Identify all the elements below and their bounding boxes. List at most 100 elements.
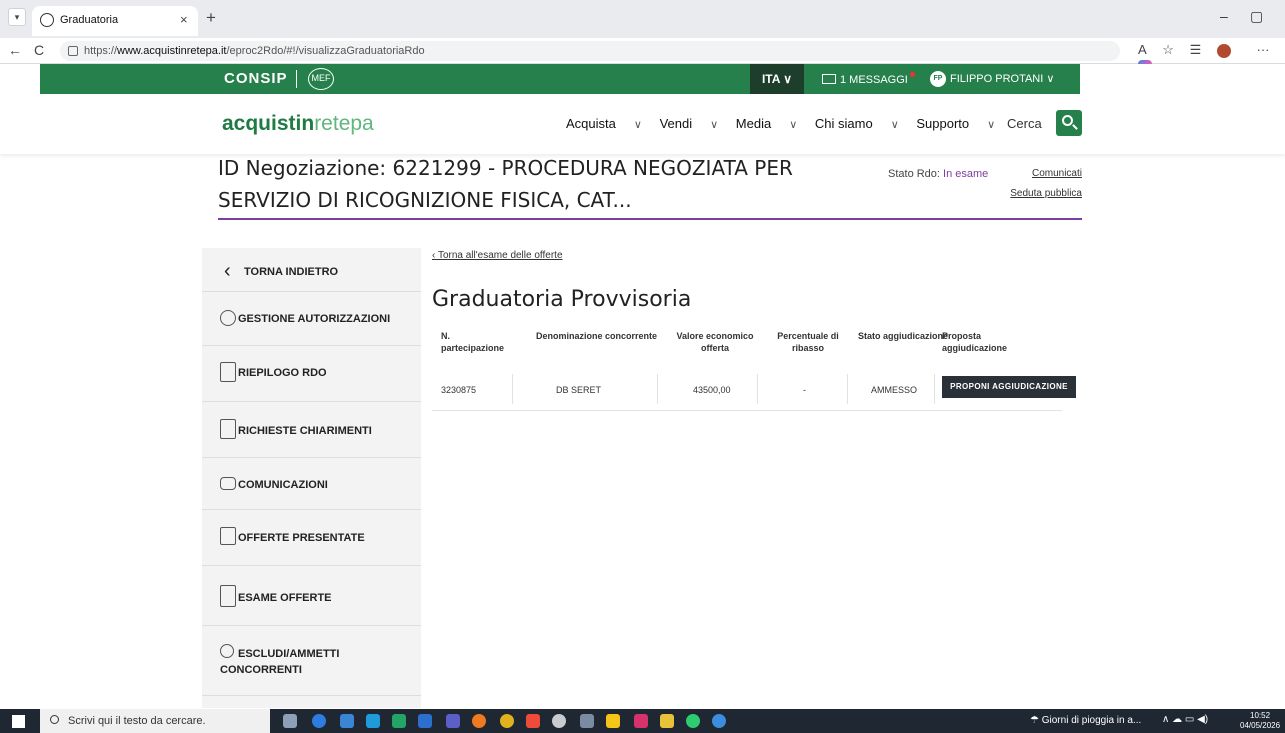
language-selector[interactable]: ITA ∨ — [750, 64, 804, 94]
consip-logo[interactable]: CONSIP — [224, 70, 288, 87]
favorite-star-icon[interactable]: ☆ — [1162, 42, 1174, 57]
col-valore: Valore economico offerta — [676, 331, 754, 353]
site-header: acquistinretepa Acquista ∨ Vendi ∨ Media ∨ … — [0, 94, 1285, 154]
search-button[interactable] — [1056, 110, 1082, 136]
nav-vendi[interactable]: Vendi ∨ — [660, 116, 719, 131]
user-settings-icon — [220, 644, 234, 658]
taskbar-clock[interactable]: 10:52 04/05/2026 — [1240, 711, 1280, 731]
sidebar-back[interactable]: ‹ TORNA INDIETRO — [202, 248, 421, 292]
sidebar-item-esame-offerte[interactable]: ESAME OFFERTE — [202, 566, 421, 626]
chrome-icon[interactable] — [500, 714, 514, 728]
more-menu-icon[interactable]: ··· — [1256, 42, 1269, 57]
settings-gear-icon[interactable] — [552, 714, 566, 728]
calculator-icon[interactable] — [580, 714, 594, 728]
teams-icon[interactable] — [446, 714, 460, 728]
windows-start-icon[interactable] — [12, 715, 25, 728]
section-heading: Graduatoria Provvisoria — [432, 287, 692, 312]
task-view-icon[interactable] — [283, 714, 297, 728]
excel-icon[interactable] — [392, 714, 406, 728]
restore-button[interactable]: ▢ — [1250, 8, 1263, 25]
windows-taskbar: Scrivi qui il testo da cercare. ☂ Giorni… — [0, 709, 1285, 733]
url-field[interactable]: https://www.acquistinretepa.it/eproc2Rdo… — [60, 41, 1120, 61]
browser-tab-bar: ▾ Graduatoria × + – ▢ — [0, 0, 1285, 38]
rdo-status: Stato Rdo: In esame — [888, 168, 989, 180]
clipboard-icon — [220, 362, 236, 382]
col-denominazione: Denominazione concorrente — [536, 331, 658, 341]
sidebar-item-richieste-chiarimenti[interactable]: RICHIESTE CHIARIMENTI — [202, 402, 421, 458]
site-top-bar: CONSIP MEF ITA ∨ 1 MESSAGGI FP FILIPPO PR… — [0, 64, 1285, 94]
cell-n: 3230875 — [441, 385, 477, 395]
browser-tab[interactable]: Graduatoria × — [32, 6, 198, 36]
col-proposta: Proposta aggiudicazione — [942, 331, 1008, 353]
cell-ribasso: - — [803, 385, 806, 395]
close-tab-icon[interactable]: × — [180, 12, 188, 27]
sidebar-item-offerte-presentate[interactable]: OFFERTE PRESENTATE — [202, 510, 421, 566]
proponi-aggiudicazione-button[interactable]: PROPONI AGGIUDICAZIONE — [942, 376, 1076, 398]
minimize-button[interactable]: – — [1220, 8, 1228, 24]
nav-supporto[interactable]: Supporto ∨ — [916, 116, 995, 131]
url-text: https://www.acquistinretepa.it/eproc2Rdo… — [84, 45, 425, 57]
sticky-notes-icon[interactable] — [606, 714, 620, 728]
seduta-pubblica-link[interactable]: Seduta pubblica — [1010, 188, 1082, 199]
nav-chi-siamo[interactable]: Chi siamo ∨ — [815, 116, 899, 131]
document-review-icon — [220, 585, 236, 607]
new-tab-button[interactable]: + — [206, 8, 216, 28]
col-stato: Stato aggiudicazione — [858, 331, 949, 341]
reload-button[interactable]: C — [34, 42, 44, 58]
user-menu[interactable]: FP FILIPPO PROTANI ∨ — [930, 71, 1054, 87]
edge-icon[interactable] — [312, 714, 326, 728]
system-tray[interactable]: ∧ ☁ ▭ ◀) — [1162, 714, 1208, 725]
cell-denominazione: DB SERET — [556, 385, 602, 395]
edge-beta-icon[interactable] — [366, 714, 380, 728]
brave-icon[interactable] — [526, 714, 540, 728]
envelope-icon — [822, 74, 836, 84]
firefox-icon[interactable] — [472, 714, 486, 728]
tab-actions-menu-icon[interactable]: ▾ — [8, 8, 26, 26]
favorites-icon[interactable]: ☰ — [1190, 42, 1202, 57]
nav-acquista[interactable]: Acquista ∨ — [566, 116, 642, 131]
search-icon — [50, 715, 59, 724]
search-label[interactable]: Cerca — [1007, 116, 1042, 131]
chevron-left-icon: ‹ — [224, 260, 231, 282]
taskbar-search[interactable]: Scrivi qui il testo da cercare. — [40, 709, 270, 733]
read-aloud-icon[interactable]: A — [1138, 42, 1147, 57]
status-value: In esame — [943, 168, 989, 180]
offer-icon — [220, 527, 236, 545]
page-title: ID Negoziazione: 6221299 - PROCEDURA NEG… — [218, 156, 793, 212]
key-icon — [220, 310, 236, 326]
profile-avatar[interactable] — [1216, 43, 1231, 58]
messages-link[interactable]: 1 MESSAGGI — [822, 72, 915, 86]
sidebar-item-riepilogo-rdo[interactable]: RIEPILOGO RDO — [202, 346, 421, 402]
row-divider — [432, 410, 1062, 411]
weather-widget[interactable]: ☂ Giorni di pioggia in a... — [1030, 715, 1141, 726]
store-icon[interactable] — [340, 714, 354, 728]
col-ribasso: Percentuale di ribasso — [777, 331, 839, 353]
notification-dot — [909, 72, 915, 77]
comunicati-link[interactable]: Comunicati — [1032, 168, 1082, 179]
back-button[interactable]: ← — [8, 42, 22, 58]
lock-icon — [68, 46, 78, 56]
title-divider — [218, 218, 1082, 220]
mef-logo[interactable]: MEF — [308, 68, 334, 90]
app-blue-icon[interactable] — [712, 714, 726, 728]
tab-title: Graduatoria — [60, 14, 119, 26]
whatsapp-icon[interactable] — [686, 714, 700, 728]
sidebar-item-escludi-ammetti[interactable]: ESCLUDI/AMMETTI CONCORRENTI — [202, 626, 421, 696]
top-bar-background — [40, 64, 1080, 94]
sidebar: ‹ TORNA INDIETRO GESTIONE AUTORIZZAZIONI… — [202, 248, 421, 708]
sidebar-item-gestione-autorizzazioni[interactable]: GESTIONE AUTORIZZAZIONI — [202, 292, 421, 346]
cell-valore: 43500,00 — [693, 385, 731, 395]
app-icon[interactable] — [634, 714, 648, 728]
word-icon[interactable] — [418, 714, 432, 728]
globe-icon — [40, 13, 54, 27]
file-explorer-icon[interactable] — [660, 714, 674, 728]
sidebar-item-comunicazioni[interactable]: COMUNICAZIONI — [202, 458, 421, 510]
umbrella-icon: ☂ — [1030, 715, 1039, 726]
chat-icon — [220, 477, 236, 490]
col-n-partecipazione: N. partecipazione — [441, 331, 505, 353]
nav-media[interactable]: Media ∨ — [736, 116, 797, 131]
search-icon — [1062, 115, 1073, 126]
back-to-offers-link[interactable]: ‹ Torna all'esame delle offerte — [432, 250, 563, 261]
acquistinretepa-logo[interactable]: acquistinretepa — [222, 112, 374, 136]
document-question-icon — [220, 419, 236, 439]
